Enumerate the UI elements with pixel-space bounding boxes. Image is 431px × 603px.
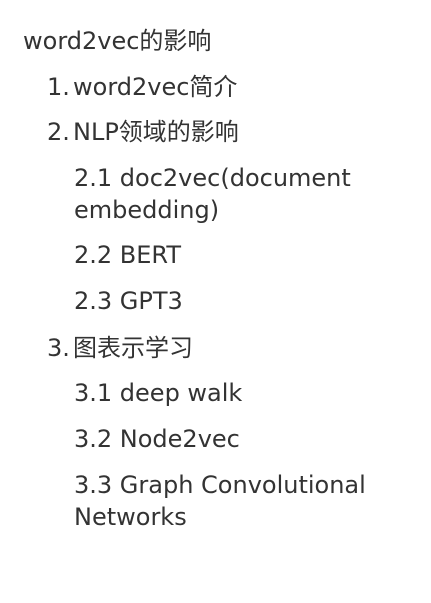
toc-item-label: word2vec简介: [73, 73, 238, 101]
toc-item-label: 图表示学习: [73, 334, 193, 362]
table-of-contents: word2vec的影响 1. word2vec简介 2. NLP领域的影响 2.1 …: [0, 0, 431, 603]
toc-subitem-2-3[interactable]: 2.3 GPT3: [74, 285, 414, 317]
toc-subitem-line: 2.3 GPT3: [74, 287, 183, 315]
toc-item-number: 1.: [47, 73, 70, 101]
toc-subitem-line: embedding): [74, 196, 220, 224]
toc-item-number: 3.: [47, 334, 70, 362]
toc-subitem-line: 2.2 BERT: [74, 241, 182, 269]
toc-subitem-line: Networks: [74, 503, 187, 531]
toc-subitem-2-1[interactable]: 2.1 doc2vec(document embedding): [74, 162, 414, 226]
toc-subitem-2-2[interactable]: 2.2 BERT: [74, 239, 414, 271]
toc-subitem-line: 3.1 deep walk: [74, 379, 243, 407]
toc-item-label: NLP领域的影响: [73, 118, 239, 146]
toc-item-3[interactable]: 3. 图表示学习: [47, 334, 193, 362]
toc-item-1[interactable]: 1. word2vec简介: [47, 73, 237, 101]
toc-subitem-3-3[interactable]: 3.3 Graph Convolutional Networks: [74, 469, 414, 533]
toc-item-2[interactable]: 2. NLP领域的影响: [47, 118, 239, 146]
toc-subitem-3-2[interactable]: 3.2 Node2vec: [74, 423, 414, 455]
toc-subitem-line: 3.2 Node2vec: [74, 425, 240, 453]
toc-item-number: 2.: [47, 118, 70, 146]
toc-subitem-line: 2.1 doc2vec(document: [74, 164, 351, 192]
toc-subitem-3-1[interactable]: 3.1 deep walk: [74, 377, 414, 409]
toc-title: word2vec的影响: [23, 27, 212, 55]
toc-subitem-line: 3.3 Graph Convolutional: [74, 471, 366, 499]
